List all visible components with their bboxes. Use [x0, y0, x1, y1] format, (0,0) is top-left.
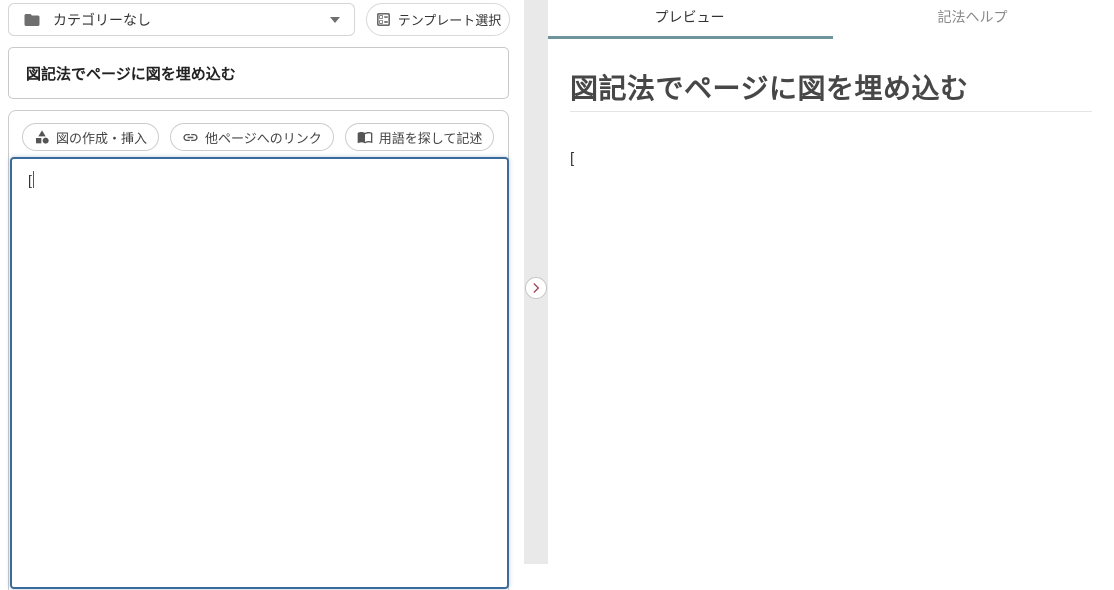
- editor-container: 図の作成・挿入 他ページへのリンク 用語を探して記述 [: [8, 110, 509, 590]
- link-icon: [182, 129, 199, 146]
- insert-diagram-button[interactable]: 図の作成・挿入: [22, 123, 160, 151]
- active-tab-underline: [548, 36, 833, 39]
- category-select[interactable]: カテゴリーなし: [8, 3, 355, 36]
- tab-syntax-help[interactable]: 記法ヘルプ: [831, 0, 1114, 39]
- editor-panel: カテゴリーなし テンプレート選択 図の作成・挿入 他ページへのリンク: [0, 0, 524, 590]
- preview-heading: 図記法でページに図を埋め込む: [570, 72, 1092, 112]
- tab-preview[interactable]: プレビュー: [548, 0, 831, 39]
- link-to-page-label: 他ページへのリンク: [205, 130, 322, 146]
- template-ballot-icon: [375, 11, 392, 28]
- page-body-editor[interactable]: [: [10, 157, 509, 589]
- chevron-down-icon: [330, 16, 340, 23]
- page-title-input[interactable]: [9, 48, 508, 98]
- editor-toolbar: 図の作成・挿入 他ページへのリンク 用語を探して記述: [9, 111, 508, 151]
- link-to-page-button[interactable]: 他ページへのリンク: [170, 123, 334, 151]
- shapes-icon: [34, 129, 50, 145]
- book-icon: [357, 129, 373, 145]
- find-term-label: 用語を探して記述: [378, 130, 483, 146]
- panel-divider: [524, 0, 548, 564]
- preview-content: 図記法でページに図を埋め込む [: [548, 39, 1114, 167]
- insert-diagram-label: 図の作成・挿入: [56, 130, 148, 146]
- text-cursor: [32, 171, 34, 188]
- category-select-value: カテゴリーなし: [53, 11, 151, 28]
- expand-preview-button[interactable]: [525, 277, 547, 299]
- chevron-right-icon: [529, 281, 543, 295]
- template-select-label: テンプレート選択: [397, 13, 502, 28]
- page-title-field: [8, 47, 509, 99]
- preview-body-text: [: [570, 150, 575, 167]
- preview-panel: プレビュー 記法ヘルプ 図記法でページに図を埋め込む [: [548, 0, 1114, 564]
- find-term-button[interactable]: 用語を探して記述: [344, 123, 495, 151]
- folder-icon: [23, 11, 41, 29]
- template-select-button[interactable]: テンプレート選択: [366, 3, 510, 36]
- editor-text: [: [28, 172, 32, 188]
- preview-tab-bar: プレビュー 記法ヘルプ: [548, 0, 1114, 39]
